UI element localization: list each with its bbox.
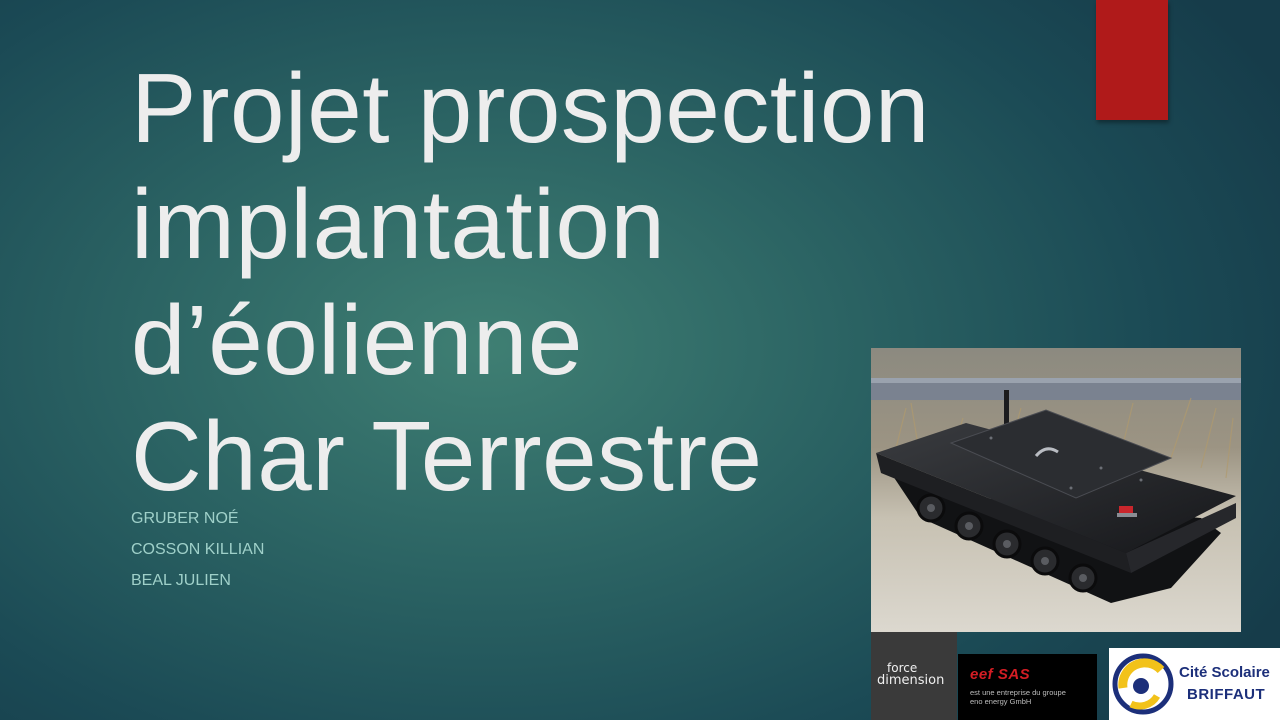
eef-sas-logo: eef SAS est une entreprise du groupe eno… [958,654,1097,720]
cite-scolaire-emblem-icon [1112,653,1174,715]
authors-list: GRUBER NOÉ COSSON KILLIAN BEAL JULIEN [131,503,264,596]
title-line-1: Projet prospection [131,53,930,163]
cite-scolaire-line-1: Cité Scolaire [1179,664,1270,681]
tracked-robot-photo [871,348,1241,632]
author-3: BEAL JULIEN [131,572,231,589]
eef-subtitle-line-1: est une entreprise du groupe [970,688,1066,697]
accent-bar [1096,0,1168,120]
author-1: GRUBER NOÉ [131,510,239,527]
force-dimension-logo: force dimension [871,632,957,720]
eef-subtitle-line-2: eno energy GmbH [970,697,1032,706]
eef-subtitle: est une entreprise du groupe eno energy … [970,688,1066,706]
force-dimension-line-2: dimension [877,673,945,688]
author-2: COSSON KILLIAN [131,541,265,558]
cite-scolaire-line-2: BRIFFAUT [1187,686,1266,703]
cite-scolaire-logo: Cité Scolaire BRIFFAUT [1109,648,1280,720]
title-line-2: implantation [131,169,666,279]
eef-brand: eef SAS [970,666,1031,683]
